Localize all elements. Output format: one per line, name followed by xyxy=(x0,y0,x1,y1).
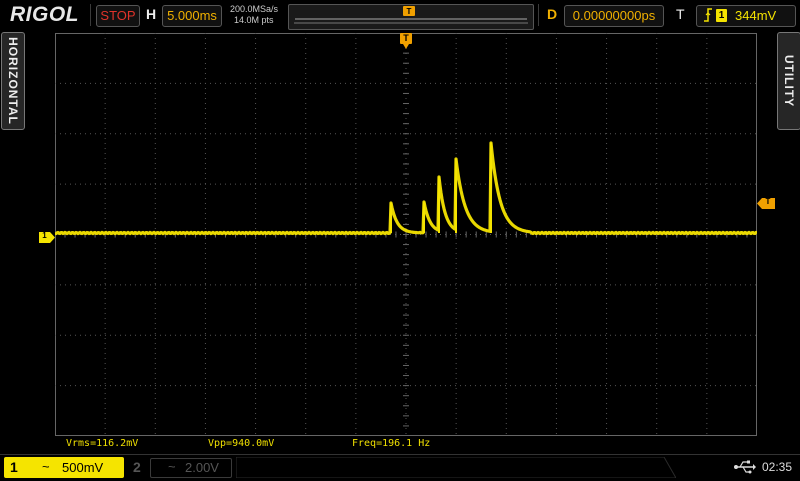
run-stop-status[interactable]: STOP xyxy=(96,5,140,27)
empty-channel-slots xyxy=(236,457,676,478)
horizontal-menu-tab[interactable]: HORIZONTAL xyxy=(1,32,25,130)
top-status-bar: RIGOL STOP H 5.000ms 200.0MSa/s 14.0M pt… xyxy=(0,0,800,31)
channel-status-bar: 1 ~ 500mV 2 ~ 2.00V 02:35 xyxy=(0,454,800,481)
usb-icon xyxy=(734,460,756,479)
channel-1-number: 1 xyxy=(10,459,18,475)
ch1-offset-label: 1 xyxy=(42,231,47,240)
graticule xyxy=(55,33,757,436)
horizontal-tab-label: HORIZONTAL xyxy=(6,37,20,125)
delay-value[interactable]: 0.00000000ps xyxy=(564,5,664,27)
trigger-level-marker-label: T xyxy=(765,197,771,206)
horizontal-label: H xyxy=(146,6,157,22)
trigger-settings[interactable]: 1 344mV xyxy=(696,5,796,27)
separator xyxy=(538,4,539,26)
acquisition-info: 200.0MSa/s 14.0M pts xyxy=(230,4,278,26)
memory-depth: 14.0M pts xyxy=(234,15,274,25)
ac-coupling-icon: ~ xyxy=(168,459,176,474)
ac-coupling-icon: ~ xyxy=(42,459,50,474)
vrms-measurement: Vrms=116.2mV xyxy=(66,438,139,449)
system-clock: 02:35 xyxy=(762,460,793,474)
memory-waveform-overview[interactable]: T xyxy=(288,4,534,30)
delay-label: D xyxy=(547,6,558,22)
measurement-bar: Vrms=116.2mV Vpp=940.0mV Freq=196.1 Hz xyxy=(0,437,800,453)
rigol-logo: RIGOL xyxy=(10,3,79,26)
trigger-position-marker[interactable]: T xyxy=(400,33,412,56)
channel-1-scale: 500mV xyxy=(62,460,104,475)
channel-1-settings[interactable]: 1 ~ 500mV xyxy=(4,457,124,478)
sample-rate: 200.0MSa/s xyxy=(230,4,279,14)
trigger-level-marker[interactable]: T xyxy=(757,196,775,214)
channel-2-settings[interactable]: 2 ~ 2.00V xyxy=(128,457,232,478)
svg-text:T: T xyxy=(407,7,412,16)
trigger-label: T xyxy=(676,6,685,22)
ch1-offset-marker[interactable]: 1 xyxy=(39,230,55,248)
timebase-value[interactable]: 5.000ms xyxy=(162,5,222,27)
memory-overview-graphic: T xyxy=(294,6,528,24)
freq-measurement: Freq=196.1 Hz xyxy=(352,438,431,449)
vpp-measurement: Vpp=940.0mV xyxy=(208,438,275,449)
trigger-level: 344mV xyxy=(735,8,777,23)
channel-2-number: 2 xyxy=(133,459,141,475)
rising-edge-icon xyxy=(703,6,713,30)
separator xyxy=(90,4,91,26)
channel-2-scale: 2.00V xyxy=(185,460,219,475)
utility-menu-tab[interactable]: UTILITY xyxy=(777,32,800,130)
waveform-display[interactable] xyxy=(55,33,757,436)
utility-tab-label: UTILITY xyxy=(782,54,796,108)
trigger-position-label: T xyxy=(403,33,409,43)
trigger-source-badge: 1 xyxy=(716,9,727,22)
